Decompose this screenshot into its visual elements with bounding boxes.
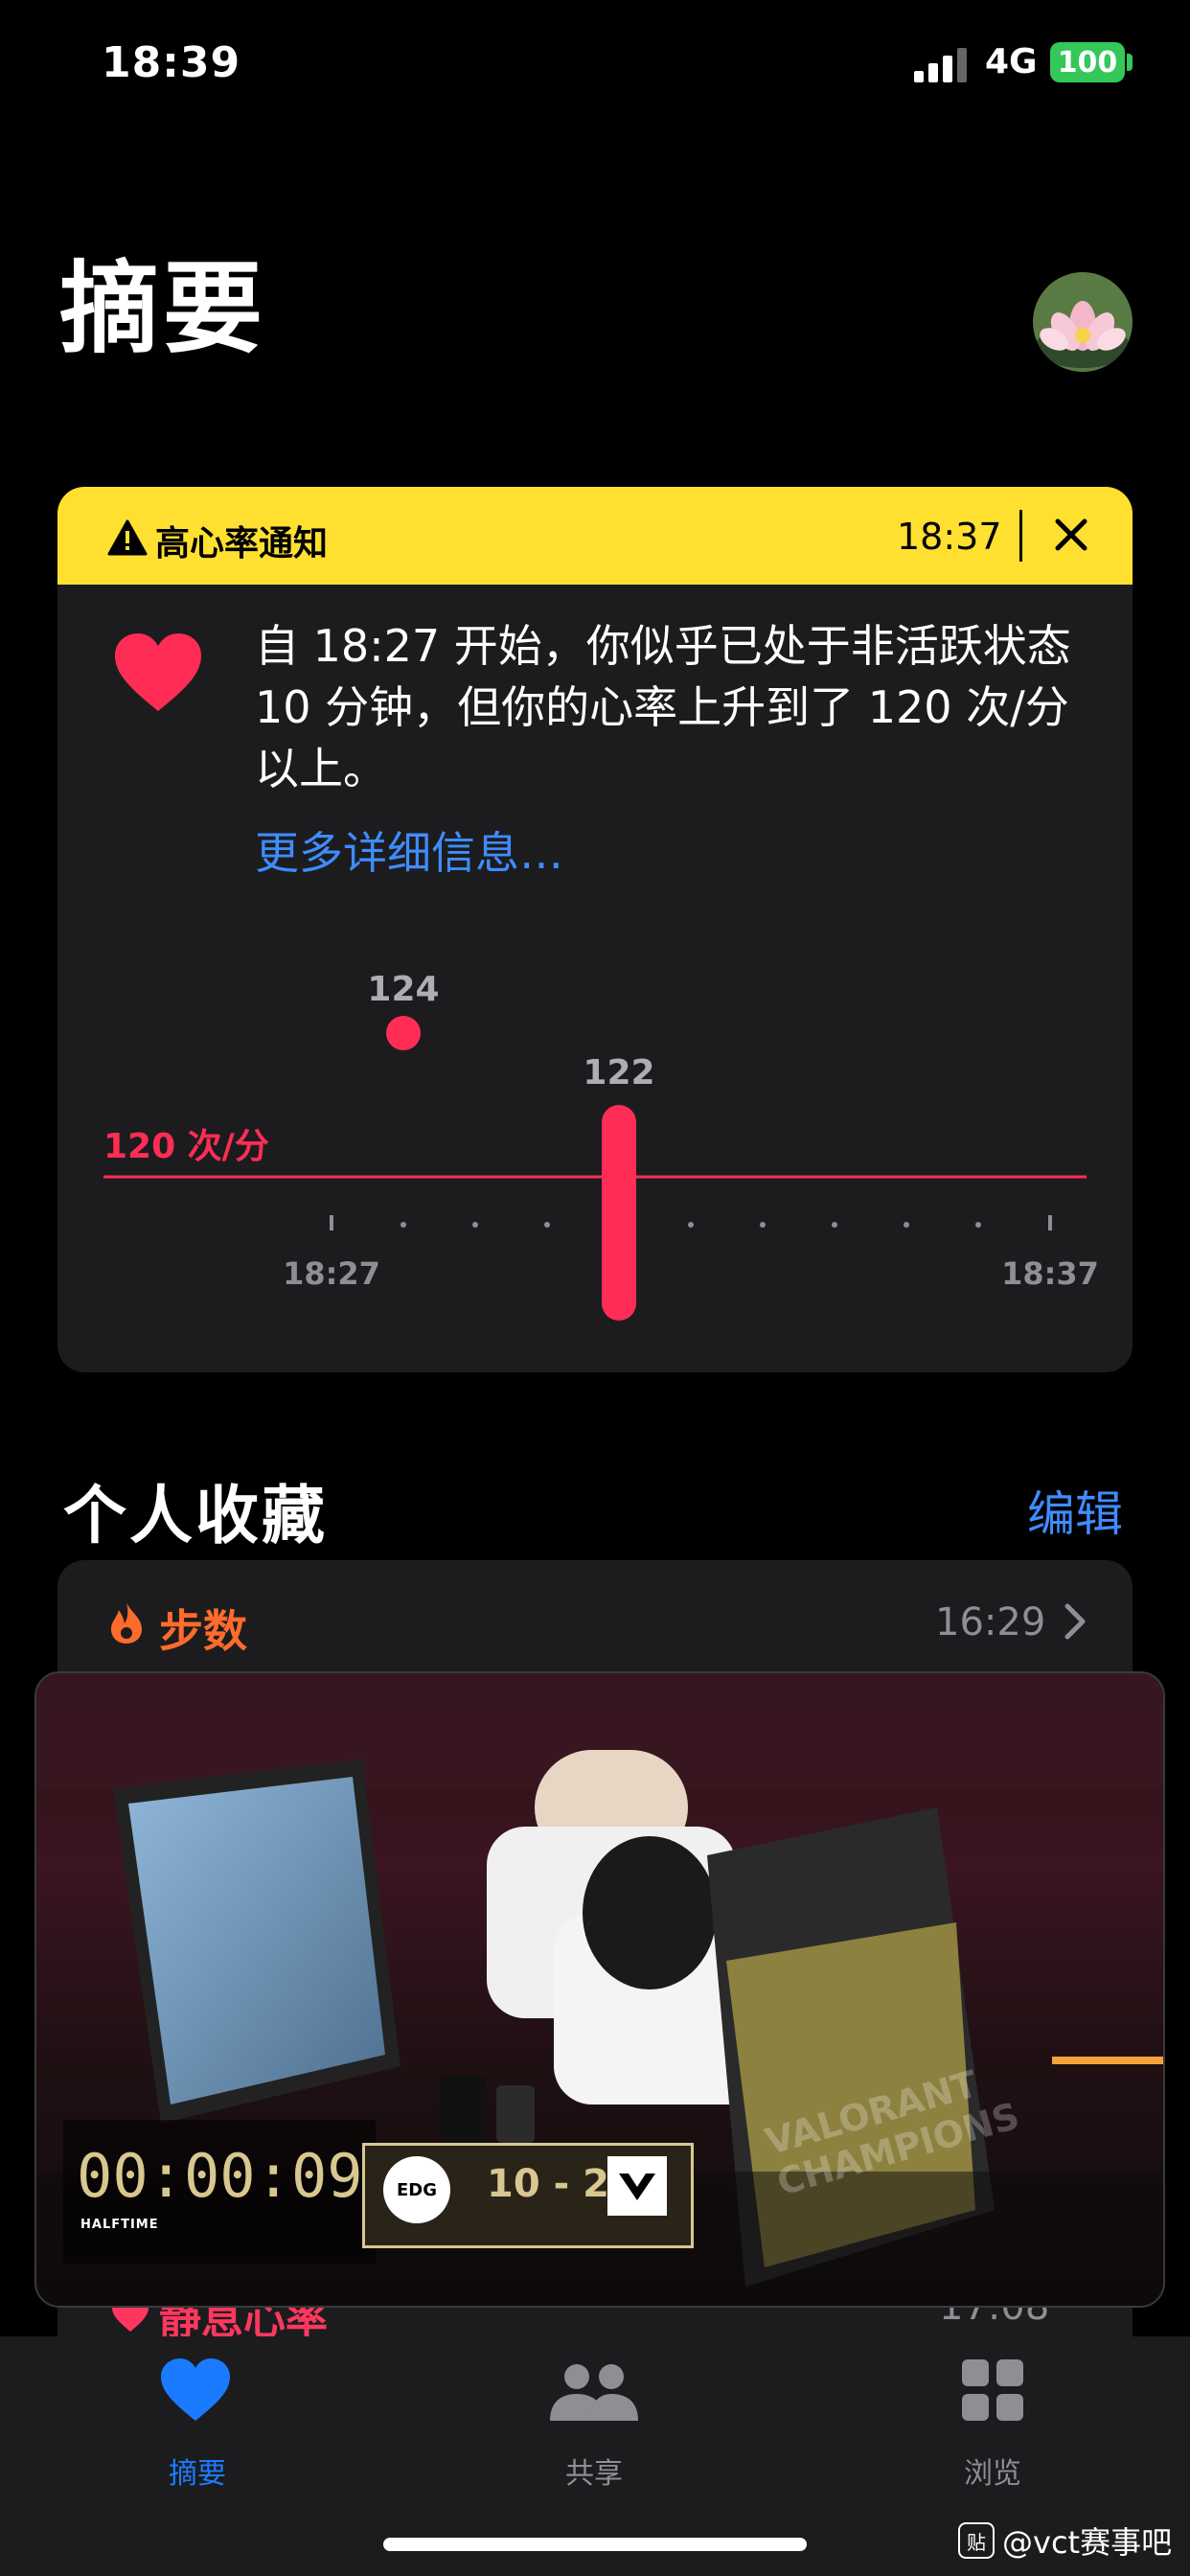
avatar[interactable] xyxy=(1033,272,1133,372)
axis-dot xyxy=(760,1222,766,1228)
flame-icon xyxy=(111,1602,142,1644)
home-indicator[interactable] xyxy=(383,2538,807,2551)
heart-rate-chart: 120 次/分 18:27 18:37 124 122 xyxy=(103,970,1099,1321)
grid-icon xyxy=(962,2359,1023,2421)
page-title: 摘要 xyxy=(59,250,267,367)
more-details-link[interactable]: 更多详细信息… xyxy=(255,818,563,882)
axis-dot xyxy=(472,1222,478,1228)
high-heart-rate-card[interactable]: 高心率通知 18:37 自 18:27 开始，你似乎已处于非活跃状态 10 分钟… xyxy=(57,487,1133,1372)
tab-summary-label: 摘要 xyxy=(169,2457,226,2491)
x-tick-label-start: 18:27 xyxy=(283,1255,380,1292)
point-value-label: 124 xyxy=(367,970,439,1009)
edit-button[interactable]: 编辑 xyxy=(1027,1476,1123,1545)
axis-dot xyxy=(688,1222,694,1228)
watermark-text: @vct赛事吧 xyxy=(1002,2524,1173,2561)
notification-body: 自 18:27 开始，你似乎已处于非活跃状态 10 分钟，但你的心率上升到了 1… xyxy=(255,620,1071,794)
heart-rate-range-bar xyxy=(602,1105,636,1321)
heart-rate-point xyxy=(386,1016,421,1050)
chevron-right-icon xyxy=(1064,1603,1086,1640)
heart-icon xyxy=(115,633,201,711)
tab-sharing[interactable]: 共享 xyxy=(489,2336,699,2491)
axis-dot xyxy=(904,1222,909,1228)
match-score: 10 - 2 xyxy=(487,2162,609,2206)
favorites-title: 个人收藏 xyxy=(63,1479,328,1552)
tab-browse[interactable]: 浏览 xyxy=(887,2336,1098,2491)
team-logo-right xyxy=(607,2156,667,2216)
match-timer: 00:00:09 xyxy=(77,2141,363,2211)
close-button[interactable] xyxy=(1044,508,1098,562)
cellular-signal-icon xyxy=(914,48,967,82)
match-phase: HALFTIME xyxy=(80,2218,159,2232)
axis-dot xyxy=(544,1222,550,1228)
watermark-icon: 贴 xyxy=(958,2522,995,2559)
people-icon xyxy=(550,2364,638,2421)
heart-icon xyxy=(161,2358,230,2421)
close-icon xyxy=(1055,518,1087,551)
notification-title: 高心率通知 xyxy=(155,524,329,564)
steps-label: 步数 xyxy=(159,1605,247,1657)
tab-summary[interactable]: 摘要 xyxy=(92,2336,303,2491)
steps-time: 16:29 xyxy=(935,1600,1046,1644)
threshold-label: 120 次/分 xyxy=(103,1127,269,1166)
notification-banner: 高心率通知 18:37 xyxy=(57,487,1133,585)
axis-dot xyxy=(832,1222,837,1228)
axis-dot xyxy=(975,1222,981,1228)
tab-sharing-label: 共享 xyxy=(565,2457,623,2491)
network-type: 4G xyxy=(985,42,1038,81)
point-value-label: 122 xyxy=(583,1053,654,1092)
divider xyxy=(1019,510,1022,562)
battery-tip xyxy=(1127,54,1133,71)
battery-icon: 100 xyxy=(1050,42,1125,82)
warning-icon xyxy=(107,519,148,556)
x-tick-label-end: 18:37 xyxy=(1001,1255,1099,1292)
axis-dot xyxy=(400,1222,406,1228)
status-time: 18:39 xyxy=(102,38,241,87)
notification-time: 18:37 xyxy=(897,516,1002,558)
team-logo-left: EDG xyxy=(383,2156,450,2223)
tab-browse-label: 浏览 xyxy=(964,2457,1021,2491)
picture-in-picture-video[interactable]: VALORANT CHAMPIONS 00:00:09 HALFTIME EDG… xyxy=(34,1671,1165,2308)
